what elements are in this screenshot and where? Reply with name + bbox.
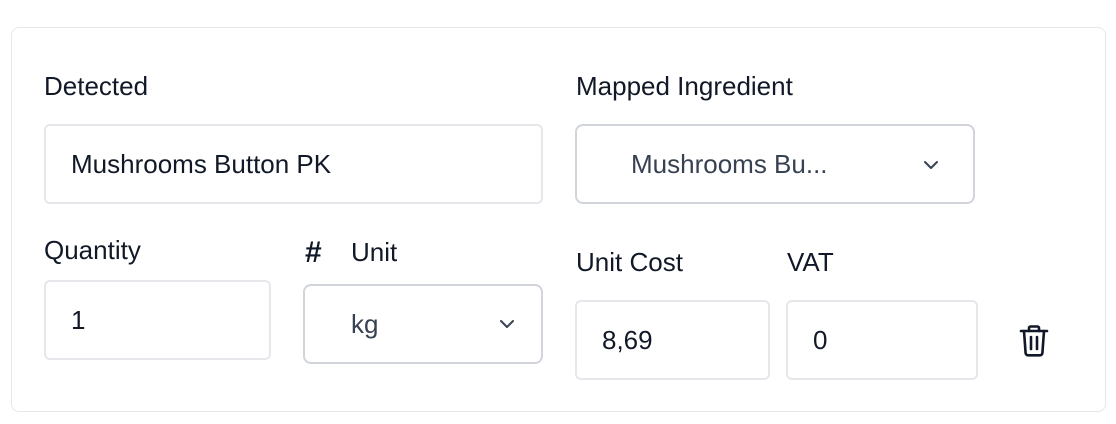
chevron-down-icon — [500, 320, 514, 328]
trash-icon[interactable] — [1019, 325, 1049, 357]
detected-input[interactable]: Mushrooms Button PK — [44, 124, 543, 204]
unit-label: Unit — [351, 237, 398, 267]
unit-cost-label: Unit Cost — [576, 247, 683, 277]
vat-input[interactable]: 0 — [786, 300, 978, 380]
vat-value: 0 — [813, 324, 828, 355]
mapped-ingredient-value: Mushrooms Bu... — [631, 148, 828, 179]
detected-value: Mushrooms Button PK — [71, 148, 332, 179]
mapped-ingredient-select[interactable]: Mushrooms Bu... — [575, 124, 975, 204]
quantity-label: Quantity — [44, 235, 141, 265]
detected-label: Detected — [44, 71, 149, 101]
quantity-input[interactable]: 1 — [44, 280, 271, 360]
hash-icon: # — [305, 236, 322, 269]
unit-cost-input[interactable]: 8,69 — [575, 300, 770, 380]
unit-cost-value: 8,69 — [602, 324, 653, 355]
unit-select[interactable]: kg — [303, 284, 543, 364]
chevron-down-icon — [924, 161, 938, 169]
mapped-ingredient-label: Mapped Ingredient — [576, 71, 793, 101]
quantity-value: 1 — [71, 304, 86, 335]
vat-label: VAT — [787, 247, 834, 277]
